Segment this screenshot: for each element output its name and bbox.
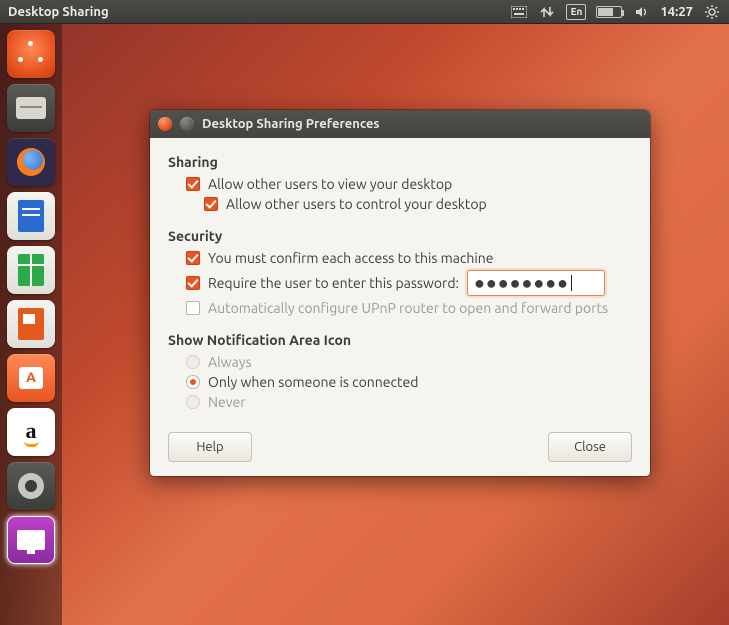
checkbox-icon: [186, 276, 200, 290]
panel-app-title: Desktop Sharing: [8, 5, 109, 19]
dialog-title: Desktop Sharing Preferences: [202, 117, 380, 131]
launcher-settings[interactable]: [7, 462, 55, 510]
checkbox-label: Allow other users to view your desktop: [208, 176, 452, 192]
checkbox-icon: [204, 197, 218, 211]
software-center-icon: [19, 367, 43, 389]
password-mask: ●●●●●●●●: [474, 273, 569, 294]
gear-icon[interactable]: [703, 3, 721, 21]
close-icon[interactable]: [158, 117, 172, 131]
launcher-calc[interactable]: [7, 246, 55, 294]
radio-label: Never: [208, 394, 246, 410]
amazon-icon: a: [24, 418, 39, 447]
button-label: Help: [196, 440, 223, 454]
panel-clock[interactable]: 14:27: [660, 5, 693, 19]
launcher: a: [0, 24, 62, 625]
launcher-software[interactable]: [7, 354, 55, 402]
checkbox-label: Allow other users to control your deskto…: [226, 196, 487, 212]
checkbox-confirm-access[interactable]: You must confirm each access to this mac…: [186, 250, 632, 266]
close-button[interactable]: Close: [548, 432, 632, 462]
settings-icon: [18, 473, 44, 499]
launcher-impress[interactable]: [7, 300, 55, 348]
writer-icon: [18, 200, 44, 232]
keyboard-indicator-icon[interactable]: [510, 3, 528, 21]
checkbox-label: Require the user to enter this password:: [208, 275, 459, 291]
section-security-heading: Security: [168, 228, 632, 244]
checkbox-label: You must confirm each access to this mac…: [208, 250, 494, 266]
language-indicator[interactable]: En: [566, 4, 586, 20]
launcher-desktop-sharing[interactable]: [7, 516, 55, 564]
launcher-firefox[interactable]: [7, 138, 55, 186]
battery-icon[interactable]: [596, 6, 622, 18]
checkbox-icon: [186, 301, 200, 315]
radio-icon: [186, 395, 200, 409]
dialog-desktop-sharing: Desktop Sharing Preferences Sharing Allo…: [150, 110, 650, 476]
radio-icon: [186, 375, 200, 389]
top-panel: Desktop Sharing En 14:27: [0, 0, 729, 24]
checkbox-require-password[interactable]: Require the user to enter this password:…: [186, 270, 632, 296]
dialog-footer: Help Close: [168, 432, 632, 462]
checkbox-allow-control[interactable]: Allow other users to control your deskto…: [204, 196, 632, 212]
password-input[interactable]: ●●●●●●●●: [467, 270, 605, 296]
launcher-amazon[interactable]: a: [7, 408, 55, 456]
checkbox-upnp[interactable]: Automatically configure UPnP router to o…: [186, 300, 632, 316]
radio-label: Only when someone is connected: [208, 374, 418, 390]
checkbox-label: Automatically configure UPnP router to o…: [208, 300, 608, 316]
ubuntu-logo-icon: [18, 41, 44, 67]
radio-never[interactable]: Never: [186, 394, 632, 410]
button-label: Close: [574, 440, 606, 454]
launcher-files[interactable]: [7, 84, 55, 132]
desktop-sharing-icon: [17, 530, 45, 550]
impress-icon: [18, 308, 44, 340]
checkbox-icon: [186, 177, 200, 191]
launcher-dash[interactable]: [7, 30, 55, 78]
launcher-writer[interactable]: [7, 192, 55, 240]
dialog-body: Sharing Allow other users to view your d…: [150, 138, 650, 476]
checkbox-allow-view[interactable]: Allow other users to view your desktop: [186, 176, 632, 192]
firefox-icon: [17, 148, 45, 176]
minimize-icon[interactable]: [180, 117, 194, 131]
radio-only-connected[interactable]: Only when someone is connected: [186, 374, 632, 390]
radio-label: Always: [208, 354, 252, 370]
radio-icon: [186, 355, 200, 369]
dialog-titlebar[interactable]: Desktop Sharing Preferences: [150, 110, 650, 138]
radio-always[interactable]: Always: [186, 354, 632, 370]
text-caret: [571, 275, 572, 291]
section-sharing-heading: Sharing: [168, 154, 632, 170]
checkbox-icon: [186, 251, 200, 265]
sound-icon[interactable]: [632, 3, 650, 21]
section-notify-heading: Show Notification Area Icon: [168, 332, 632, 348]
network-icon[interactable]: [538, 3, 556, 21]
files-icon: [16, 97, 46, 119]
help-button[interactable]: Help: [168, 432, 252, 462]
calc-icon: [18, 254, 44, 286]
